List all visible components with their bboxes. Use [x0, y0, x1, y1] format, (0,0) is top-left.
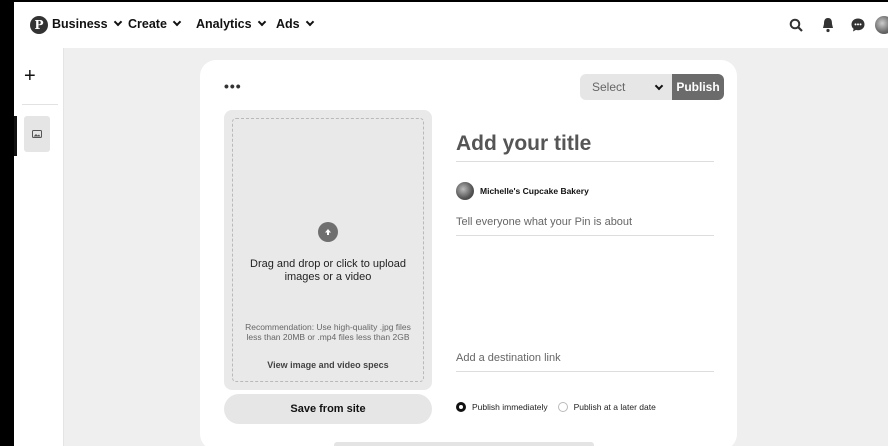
add-pin-button[interactable]: +: [24, 66, 36, 86]
board-select-value: Select: [592, 80, 626, 94]
board-select[interactable]: Select: [580, 74, 672, 100]
media-upload-dropzone[interactable]: Drag and drop or click to upload images …: [224, 110, 432, 390]
nav-analytics-menu[interactable]: Analytics: [196, 17, 266, 31]
upload-arrow-icon: [318, 222, 338, 242]
view-specs-link[interactable]: View image and video specs: [244, 360, 412, 370]
publish-later-radio[interactable]: [557, 402, 568, 412]
bottom-scroll-indicator: [334, 442, 594, 446]
draft-pin-thumbnail[interactable]: [24, 116, 50, 152]
publish-immediately-label[interactable]: Publish immediately: [472, 402, 548, 412]
author-name: Michelle's Cupcake Bakery: [480, 186, 589, 196]
pin-description-input[interactable]: Tell everyone what your Pin is about: [456, 216, 714, 236]
nav-business-menu[interactable]: Business: [52, 17, 122, 31]
chevron-down-icon: [257, 17, 266, 27]
top-navigation: P Business Create Analytics Ads: [14, 2, 888, 48]
account-avatar[interactable]: [874, 15, 888, 35]
nav-ads-menu[interactable]: Ads: [276, 17, 314, 31]
upload-recommendation: Recommendation: Use high-quality .jpg fi…: [245, 322, 411, 342]
author-avatar: [456, 182, 474, 200]
pinterest-logo-icon[interactable]: P: [30, 16, 48, 34]
publish-later-label[interactable]: Publish at a later date: [574, 402, 656, 412]
more-options-button[interactable]: •••: [224, 78, 242, 94]
chevron-down-icon: [172, 17, 182, 27]
destination-link-input[interactable]: Add a destination link: [456, 352, 714, 372]
nav-create-label: Create: [128, 17, 167, 31]
publish-button[interactable]: Publish: [672, 74, 724, 100]
app-window: P Business Create Analytics Ads + ••• Se…: [14, 2, 888, 446]
image-icon: [32, 130, 42, 138]
nav-analytics-label: Analytics: [196, 17, 252, 31]
search-icon[interactable]: [786, 15, 806, 35]
chevron-down-icon: [113, 17, 122, 27]
rail-divider: [22, 104, 58, 105]
nav-ads-label: Ads: [276, 17, 300, 31]
chevron-down-icon: [305, 17, 314, 27]
publish-immediately-radio[interactable]: [456, 402, 466, 412]
screen-frame: P Business Create Analytics Ads + ••• Se…: [0, 0, 888, 446]
dropzone-border: [232, 118, 424, 382]
publish-timing-options: Publish immediately Publish at a later d…: [456, 402, 656, 412]
drag-drop-text: Drag and drop or click to upload images …: [250, 258, 406, 283]
active-indicator: [14, 116, 17, 156]
pin-author: Michelle's Cupcake Bakery: [456, 182, 589, 200]
left-rail: +: [14, 48, 64, 446]
bell-icon[interactable]: [818, 15, 838, 35]
chevron-down-icon: [654, 81, 664, 91]
nav-create-menu[interactable]: Create: [128, 17, 182, 31]
messages-icon[interactable]: [848, 15, 868, 35]
pin-title-input[interactable]: Add your title: [456, 132, 714, 162]
pin-editor-card: ••• Select Publish Drag and drop or clic…: [200, 60, 737, 446]
nav-business-label: Business: [52, 17, 108, 31]
save-from-site-button[interactable]: Save from site: [224, 394, 432, 424]
